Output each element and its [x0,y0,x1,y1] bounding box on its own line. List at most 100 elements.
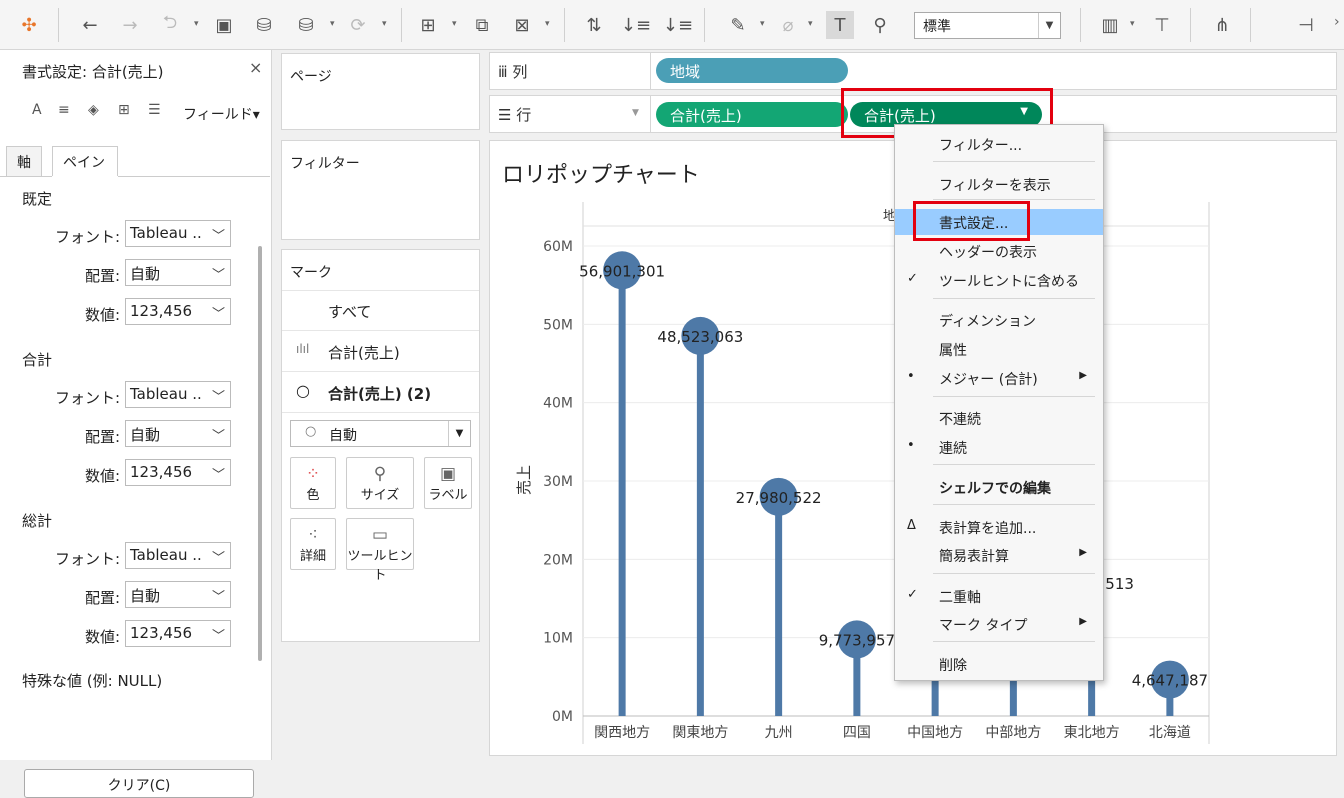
menu-item[interactable]: 属性 [895,336,1103,362]
alignment-select[interactable]: 自動 ﹀ [125,259,231,286]
shading-icon[interactable]: ◈ [88,102,99,118]
number-label: 数値: [84,628,120,646]
refresh-icon[interactable]: ⟳ [344,11,372,39]
menu-item-label: 表計算を追加... [939,521,1037,537]
color-icon: ⁘ [305,464,321,484]
tooltip-button[interactable]: ▭ ツールヒント [346,518,414,583]
show-labels-icon[interactable]: T [826,11,854,39]
rows-pill-sales[interactable]: 合計(売上) [656,102,848,127]
save-icon[interactable]: ▣ [210,11,238,39]
menu-item-label: フィルターを表示 [939,178,1051,194]
chevron-down-icon: ﹀ [211,307,225,322]
chevron-down-icon: ﹀ [211,429,225,444]
highlight-icon[interactable]: ✎ [724,11,752,39]
marks-tab-sales-2[interactable]: ○ 合計(売上) (2) [282,373,479,413]
menu-item[interactable]: • メジャー (合計) ▶ [895,365,1103,391]
sign-icon[interactable]: ⊣ [1292,11,1320,39]
pause-updates-icon[interactable]: ⛁ [292,11,320,39]
menu-item[interactable]: 書式設定... [895,209,1103,235]
alignment-select[interactable]: 自動 ﹀ [125,581,231,608]
chevron-down-icon: ﹀ [211,590,225,605]
alignment-icon[interactable]: ≡ [58,102,70,118]
submenu-arrow-icon: ▶ [1079,370,1087,381]
menu-item[interactable]: ✓ ツールヒントに含める [895,267,1103,293]
x-tick-label: 四国 [843,725,871,741]
redo-icon[interactable]: → [116,11,144,39]
font-select[interactable]: Tableau .. ﹀ [125,381,231,408]
presentation-icon[interactable]: ⊤ [1148,11,1176,39]
borders-icon[interactable]: ⊞ [118,102,130,118]
share-icon[interactable]: ⋔ [1208,11,1236,39]
menu-item[interactable]: 削除 [895,651,1103,677]
duplicate-sheet-icon[interactable]: ⧉ [468,11,496,39]
font-select[interactable]: Tableau .. ﹀ [125,542,231,569]
scrollbar[interactable] [258,246,262,661]
number-select[interactable]: 123,456 ﹀ [125,459,231,486]
y-tick-label: 60M [543,239,573,255]
filters-card[interactable]: フィルター [281,140,480,240]
menu-item[interactable]: Δ 表計算を追加... [895,514,1103,540]
columns-pill-region[interactable]: 地域 [656,58,848,83]
chevron-down-icon: ﹀ [211,229,225,244]
group-icon[interactable]: ⌀ [774,11,802,39]
number-select[interactable]: 123,456 ﹀ [125,298,231,325]
menu-item[interactable]: フィルター... [895,131,1103,157]
tab-pane[interactable]: ペイン [52,146,118,176]
submenu-arrow-icon: ▶ [1079,547,1087,558]
clear-button[interactable]: クリア(C) [24,769,254,798]
submenu-arrow-icon: ▶ [1079,616,1087,627]
chevron-down-icon: ▼ [448,421,470,446]
marks-tab-sales[interactable]: ılıl 合計(売上) [282,332,479,372]
close-icon[interactable]: × [249,58,262,77]
color-button[interactable]: ⁘ 色 [290,457,336,509]
menu-item[interactable]: ✓ 二重軸 [895,583,1103,609]
data-label: 56,901,301 [579,262,665,280]
show-me-icon[interactable]: ▥ [1096,11,1124,39]
font-label: フォント: [54,389,120,407]
menu-item[interactable]: ヘッダーの表示 [895,238,1103,264]
size-button[interactable]: ⚲ サイズ [346,457,414,509]
menu-item[interactable]: • 連続 [895,434,1103,460]
menu-item-label: 削除 [939,658,967,674]
menu-item[interactable]: 不連続 [895,405,1103,431]
undo-icon[interactable]: ← [76,11,104,39]
font-select[interactable]: Tableau .. ﹀ [125,220,231,247]
font-format-icon[interactable]: A [32,102,42,118]
replay-icon[interactable]: ⮌ [156,11,184,39]
toolbar: ✣ ← → ⮌ ▾ ▣ ⛁ ⛁ ▾ ⟳ ▾ ⊞ ▾ ⧉ ⊠ ▾ ⇅ ↓≡ ↓≡ … [0,0,1344,50]
fit-dropdown[interactable]: 標準 ▼ [914,12,1061,39]
chevron-down-icon: ﹀ [211,390,225,405]
pages-card[interactable]: ページ [281,53,480,130]
marks-tab-all[interactable]: すべて [282,291,479,331]
chevron-down-icon: ▼ [632,108,639,118]
clear-sheet-icon[interactable]: ⊠ [508,11,536,39]
sort-descending-icon[interactable]: ↓≡ [663,11,693,39]
menu-item-label: シェルフでの編集 [939,481,1051,497]
chevron-down-icon: ﹀ [211,629,225,644]
menu-item-label: 書式設定... [939,216,1009,232]
detail-button[interactable]: ⁖ 詳細 [290,518,336,570]
y-tick-label: 10M [543,631,573,647]
pin-icon[interactable]: ⚲ [866,11,894,39]
menu-item[interactable]: シェルフでの編集 [895,474,1103,500]
y-tick-label: 20M [543,552,573,568]
number-select[interactable]: 123,456 ﹀ [125,620,231,647]
menu-separator [933,199,1095,200]
lines-icon[interactable]: ☰ [148,102,161,118]
menu-item[interactable]: ディメンション [895,307,1103,333]
new-datasource-icon[interactable]: ⛁ [250,11,278,39]
menu-item[interactable]: フィルターを表示 [895,171,1103,197]
tableau-logo-icon[interactable]: ✣ [15,11,43,39]
mark-type-dropdown[interactable]: ○ 自動 ▼ [290,420,471,447]
swap-icon[interactable]: ⇅ [580,11,608,39]
label-button[interactable]: ▣ ラベル [424,457,472,509]
alignment-select[interactable]: 自動 ﹀ [125,420,231,447]
y-tick-label: 40M [543,396,573,412]
field-dropdown[interactable]: フィールド▾ [183,104,260,124]
menu-item[interactable]: マーク タイプ ▶ [895,611,1103,637]
tab-axis[interactable]: 軸 [6,146,42,176]
sort-ascending-icon[interactable]: ↓≡ [621,11,651,39]
new-worksheet-icon[interactable]: ⊞ [414,11,442,39]
columns-shelf[interactable]: ⅲ 列 地域 [489,52,1337,90]
menu-item[interactable]: 簡易表計算 ▶ [895,542,1103,568]
